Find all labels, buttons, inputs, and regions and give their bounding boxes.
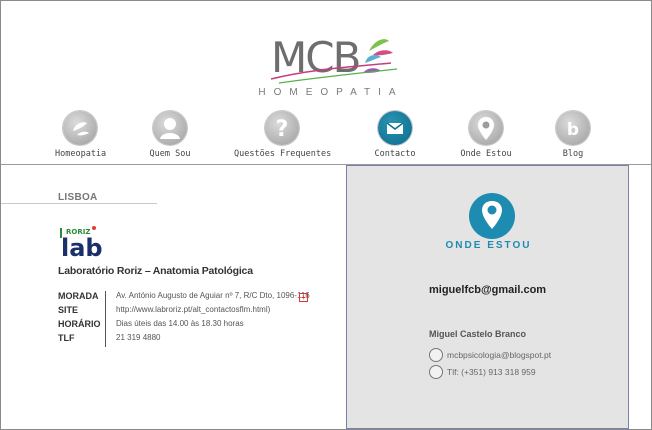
nav-onde-estou[interactable]: Onde Estou bbox=[459, 111, 513, 159]
info-value-tlf: 21 319 4880 bbox=[116, 333, 161, 342]
info-value-horario: Dias úteis das 14.00 às 18.30 horas bbox=[116, 319, 244, 328]
leaves-icon bbox=[63, 111, 97, 145]
blogger-icon: b bbox=[556, 111, 590, 145]
logo-subtitle: HOMEOPATIA bbox=[258, 87, 404, 98]
info-key-tlf: TLF bbox=[58, 333, 75, 343]
nav-homeopatia[interactable]: Homeopatia bbox=[55, 111, 107, 159]
info-keys: MORADA SITE HORÁRIO TLF bbox=[58, 289, 102, 345]
svg-text:?: ? bbox=[276, 117, 289, 142]
info-key-morada: MORADA bbox=[58, 291, 99, 301]
city-heading: LISBOA bbox=[58, 192, 98, 203]
nav-label: Homeopatia bbox=[55, 149, 107, 159]
nav-quem-sou[interactable]: Quem Sou bbox=[148, 111, 192, 159]
blogger-icon bbox=[429, 347, 443, 362]
nav-contacto[interactable]: Contacto bbox=[373, 111, 417, 159]
contact-phone-row[interactable]: Tlf: (+351) 913 318 959 bbox=[429, 364, 536, 379]
lab-roriz-logo[interactable]: lab RORIZ bbox=[58, 222, 108, 262]
info-value-site[interactable]: http://www.labroriz.pt/alt_contactosflm.… bbox=[116, 303, 296, 317]
nav-label: Contacto bbox=[374, 149, 416, 159]
contact-email[interactable]: miguelfcb@gmail.com bbox=[429, 284, 546, 296]
nav-label: Quem Sou bbox=[149, 149, 191, 159]
location-details: LISBOA lab RORIZ Laboratório Roriz – Ana… bbox=[1, 165, 346, 429]
mcb-logo[interactable]: MCB HOMEOPATIA bbox=[251, 29, 411, 104]
page-frame: MCB HOMEOPATIA Homeopatia Quem Sou ? Que… bbox=[0, 0, 652, 430]
svg-text:b: b bbox=[567, 120, 579, 140]
lab-logo-small-text: RORIZ bbox=[66, 228, 90, 236]
contact-blog-row[interactable]: mcbpsicologia@blogspot.pt bbox=[429, 347, 552, 362]
logo-leaves-icon bbox=[270, 39, 398, 84]
question-icon: ? bbox=[265, 111, 299, 145]
contact-blog: mcbpsicologia@blogspot.pt bbox=[447, 349, 552, 360]
svg-text:lab: lab bbox=[61, 234, 103, 262]
panel-title: ONDE ESTOU bbox=[445, 240, 532, 251]
contact-person: Miguel Castelo Branco bbox=[429, 329, 527, 339]
nav-label: Onde Estou bbox=[460, 149, 512, 159]
location-pin-icon bbox=[469, 193, 515, 239]
info-separator bbox=[105, 291, 106, 347]
main-nav: Homeopatia Quem Sou ? Questões Frequente… bbox=[1, 111, 651, 163]
lab-title: Laboratório Roriz – Anatomia Patológica bbox=[58, 265, 253, 277]
info-key-site: SITE bbox=[58, 305, 79, 315]
user-icon bbox=[153, 111, 187, 145]
info-key-horario: HORÁRIO bbox=[58, 319, 101, 329]
city-divider bbox=[1, 203, 157, 204]
nav-label: Blog bbox=[562, 149, 584, 159]
phone-icon bbox=[429, 364, 443, 379]
envelope-icon bbox=[378, 111, 412, 145]
expand-plus-icon[interactable]: + bbox=[299, 293, 308, 302]
nav-questoes-frequentes[interactable]: ? Questões Frequentes bbox=[234, 111, 332, 159]
info-value-morada: Av. António Augusto de Aguiar nº 7, R/C … bbox=[116, 291, 310, 300]
nav-blog[interactable]: b Blog bbox=[556, 111, 590, 159]
nav-label: Questões Frequentes bbox=[234, 149, 332, 159]
contact-phone: Tlf: (+351) 913 318 959 bbox=[447, 366, 536, 377]
contact-panel: ONDE ESTOU miguelfcb@gmail.com Miguel Ca… bbox=[346, 165, 629, 429]
info-values: Av. António Augusto de Aguiar nº 7, R/C … bbox=[116, 289, 310, 345]
location-pin-icon bbox=[469, 111, 503, 145]
